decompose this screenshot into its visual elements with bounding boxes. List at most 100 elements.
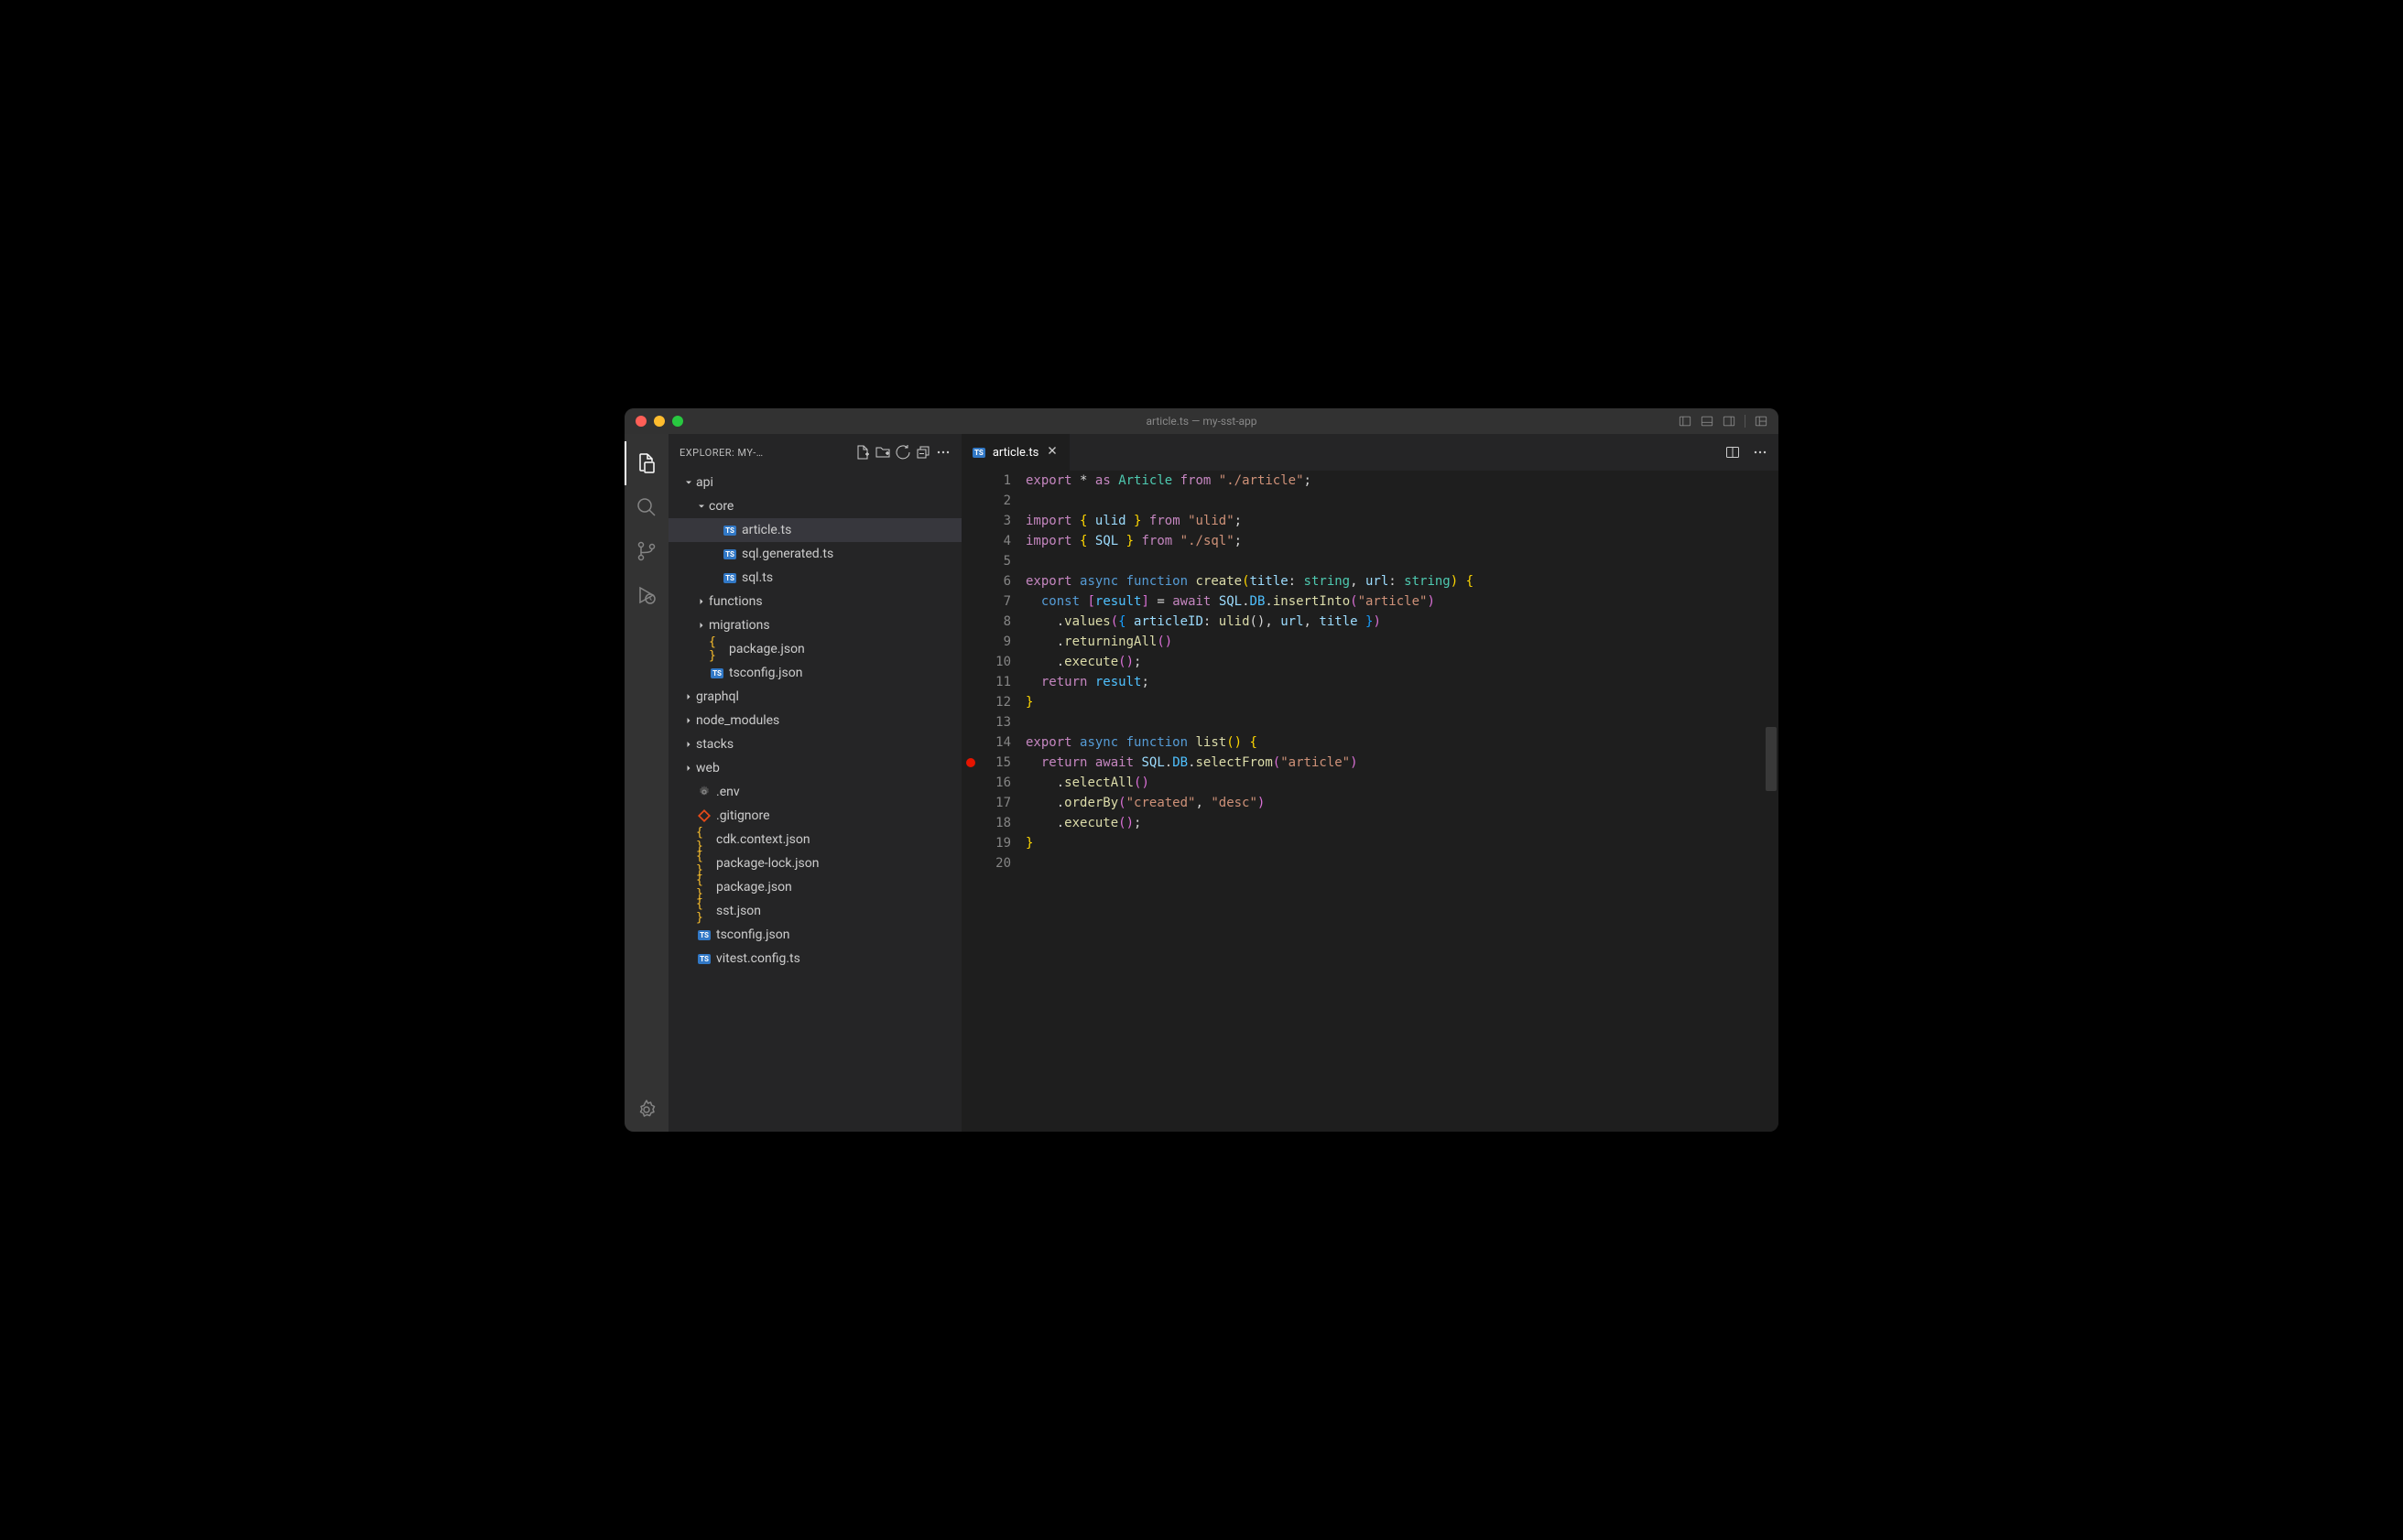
code-line[interactable]: const [result] = await SQL.DB.insertInto… [1026, 591, 1778, 612]
activity-source-control[interactable] [625, 529, 669, 573]
tree-item-label: article.ts [742, 523, 791, 537]
window-close-button[interactable] [636, 416, 647, 427]
tree-item-label: stacks [696, 737, 734, 752]
code-line[interactable]: .selectAll() [1026, 773, 1778, 793]
tree-item-sql-ts[interactable]: TS sql.ts [669, 566, 962, 590]
tree-item-web[interactable]: web [669, 756, 962, 780]
tree-item-package-json[interactable]: { }package.json [669, 637, 962, 661]
line-number: 2 [980, 491, 1011, 511]
window-maximize-button[interactable] [672, 416, 683, 427]
code-line[interactable]: import { SQL } from "./sql"; [1026, 531, 1778, 551]
tree-item-migrations[interactable]: migrations [669, 613, 962, 637]
customize-layout-icon[interactable] [1755, 415, 1767, 428]
new-file-icon[interactable] [855, 445, 870, 460]
breakpoint-icon[interactable] [966, 758, 975, 767]
more-actions-icon[interactable] [1753, 445, 1767, 460]
line-number: 13 [980, 712, 1011, 732]
tree-item-tsconfig-json[interactable]: TStsconfig.json [669, 923, 962, 947]
code-line[interactable]: return result; [1026, 672, 1778, 692]
split-editor-icon[interactable] [1725, 445, 1740, 460]
code-line[interactable]: export * as Article from "./article"; [1026, 471, 1778, 491]
tree-item-tsconfig-json[interactable]: TStsconfig.json [669, 661, 962, 685]
code-line[interactable] [1026, 551, 1778, 571]
line-number: 10 [980, 652, 1011, 672]
tree-item-package-lock-json[interactable]: { }package-lock.json [669, 851, 962, 875]
tree-item--env[interactable]: .env [669, 780, 962, 804]
code-line[interactable]: .returningAll() [1026, 632, 1778, 652]
tree-item-api[interactable]: api [669, 471, 962, 494]
tree-item-label: sql.generated.ts [742, 547, 833, 561]
activity-explorer[interactable] [625, 441, 669, 485]
code-line[interactable]: .execute(); [1026, 652, 1778, 672]
tree-item-article-ts[interactable]: TS article.ts [669, 518, 962, 542]
window-minimize-button[interactable] [654, 416, 665, 427]
code-line[interactable]: import { ulid } from "ulid"; [1026, 511, 1778, 531]
tree-item-core[interactable]: core [669, 494, 962, 518]
tree-item-sql-generated-ts[interactable]: TS sql.generated.ts [669, 542, 962, 566]
tree-item-label: vitest.config.ts [716, 951, 800, 966]
tab-bar: TS article.ts [962, 434, 1778, 471]
more-icon[interactable] [936, 445, 951, 460]
git-branch-icon [636, 540, 658, 562]
code-line[interactable]: .orderBy("created", "desc") [1026, 793, 1778, 813]
refresh-icon[interactable] [896, 445, 910, 460]
code-content[interactable]: export * as Article from "./article"; imp… [1026, 471, 1778, 1132]
code-line[interactable]: } [1026, 692, 1778, 712]
breakpoint-gutter[interactable] [962, 471, 980, 1132]
line-number: 1 [980, 471, 1011, 491]
tree-item-label: package.json [716, 880, 792, 895]
tree-item-label: .env [716, 785, 740, 799]
line-number: 4 [980, 531, 1011, 551]
git-file-icon [696, 809, 712, 822]
code-line[interactable] [1026, 712, 1778, 732]
code-line[interactable] [1026, 491, 1778, 511]
line-number: 5 [980, 551, 1011, 571]
file-tree[interactable]: api core TS article.ts TS sql.generated.ts TS s… [669, 471, 962, 1132]
activity-search[interactable] [625, 485, 669, 529]
collapse-all-icon[interactable] [916, 445, 930, 460]
tree-item-label: api [696, 475, 713, 490]
tab-article[interactable]: TS article.ts [962, 434, 1071, 471]
panel-bottom-icon[interactable] [1701, 415, 1713, 428]
ts-file-icon: TS [722, 573, 738, 583]
panel-right-icon[interactable] [1723, 415, 1735, 428]
activity-run-debug[interactable] [625, 573, 669, 617]
code-line[interactable] [1026, 853, 1778, 873]
ts-file-icon: TS [696, 930, 712, 940]
ts-file-icon: TS [722, 526, 738, 536]
line-number: 11 [980, 672, 1011, 692]
tree-item-package-json[interactable]: { }package.json [669, 875, 962, 899]
line-number-gutter: 1234567891011121314151617181920 [980, 471, 1026, 1132]
ts-file-icon: TS [722, 549, 738, 559]
tree-item-cdk-context-json[interactable]: { }cdk.context.json [669, 828, 962, 851]
tree-item-label: sql.ts [742, 570, 773, 585]
gear-file-icon [696, 786, 712, 798]
line-number: 20 [980, 853, 1011, 873]
activity-settings[interactable] [625, 1088, 669, 1132]
tree-item-sst-json[interactable]: { }sst.json [669, 899, 962, 923]
panel-left-icon[interactable] [1679, 415, 1691, 428]
code-line[interactable]: export async function create(title: stri… [1026, 571, 1778, 591]
tab-close-icon[interactable] [1046, 444, 1059, 461]
tree-item-node-modules[interactable]: node_modules [669, 709, 962, 732]
line-number: 3 [980, 511, 1011, 531]
code-line[interactable]: export async function list() { [1026, 732, 1778, 753]
scrollbar-thumb[interactable] [1766, 727, 1777, 791]
new-folder-icon[interactable] [875, 445, 890, 460]
line-number: 18 [980, 813, 1011, 833]
editor-area: TS article.ts 12345678910111213141516171… [962, 434, 1778, 1132]
tree-item-vitest-config-ts[interactable]: TSvitest.config.ts [669, 947, 962, 971]
tree-item--gitignore[interactable]: .gitignore [669, 804, 962, 828]
titlebar[interactable]: article.ts — my-sst-app [625, 408, 1778, 434]
code-line[interactable]: return await SQL.DB.selectFrom("article"… [1026, 753, 1778, 773]
tree-item-functions[interactable]: functions [669, 590, 962, 613]
code-line[interactable]: .values({ articleID: ulid(), url, title … [1026, 612, 1778, 632]
tree-item-stacks[interactable]: stacks [669, 732, 962, 756]
tree-item-label: migrations [709, 618, 770, 633]
line-number: 9 [980, 632, 1011, 652]
code-line[interactable]: .execute(); [1026, 813, 1778, 833]
code-editor[interactable]: 1234567891011121314151617181920 export *… [962, 471, 1778, 1132]
code-line[interactable]: } [1026, 833, 1778, 853]
tree-item-graphql[interactable]: graphql [669, 685, 962, 709]
line-number: 15 [980, 753, 1011, 773]
